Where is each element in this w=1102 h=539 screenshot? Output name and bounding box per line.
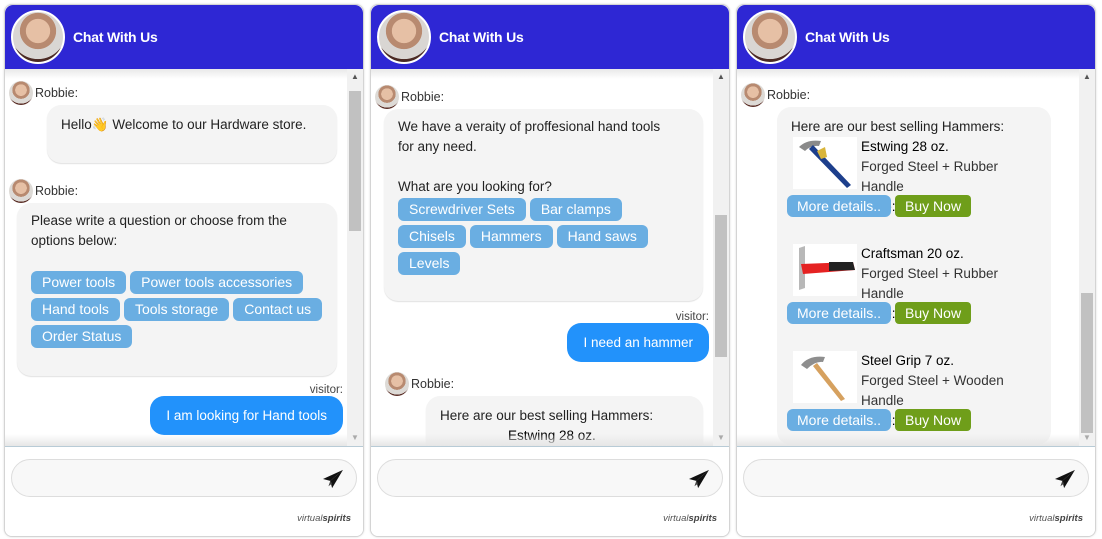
message-input[interactable]: [26, 469, 306, 489]
scroll-down-arrow[interactable]: ▼: [347, 430, 363, 446]
sender-label: Robbie:: [9, 179, 347, 203]
agent-avatar-small: [741, 83, 765, 107]
agent-avatar: [743, 10, 797, 64]
product-name-partial: Estwing 28 oz.: [508, 428, 596, 443]
agent-avatar: [11, 10, 65, 64]
option-bar-clamps[interactable]: Bar clamps: [529, 198, 622, 221]
bot-message: Here are our best selling Hammers: Estwi…: [777, 107, 1051, 445]
message-input-wrapper[interactable]: [377, 459, 723, 497]
branding: virtualspirits: [297, 513, 351, 524]
paper-plane-icon[interactable]: [322, 469, 344, 489]
chat-widget-3: Chat With Us Robbie: Here are our best s…: [736, 4, 1096, 537]
sender-label: Robbie:: [741, 83, 1079, 107]
buy-now-button[interactable]: Buy Now: [895, 302, 972, 324]
hammer-image: [793, 244, 857, 296]
message-input-wrapper[interactable]: [11, 459, 357, 497]
product-name: Steel Grip 7 oz.: [861, 353, 955, 368]
buy-now-button[interactable]: Buy Now: [895, 409, 972, 431]
chat-header: Chat With Us: [5, 5, 363, 69]
bot-message: Please write a question or choose from t…: [17, 203, 337, 376]
agent-avatar: [377, 10, 431, 64]
hammer-image: [793, 351, 857, 403]
header-title: Chat With Us: [439, 29, 524, 45]
product-description: Forged Steel + Rubber Handle: [861, 159, 998, 194]
option-hand-tools[interactable]: Hand tools: [31, 298, 120, 321]
bot-message: We have a veraity of proffesional hand t…: [384, 109, 703, 301]
quick-replies: Power tools Power tools accessories Hand…: [31, 271, 323, 348]
chat-footer: virtualspirits: [5, 446, 363, 536]
scrollbar[interactable]: ▲ ▼: [347, 69, 363, 446]
visitor-label: visitor:: [675, 311, 709, 323]
agent-avatar-small: [9, 81, 33, 105]
chat-footer: virtualspirits: [737, 446, 1095, 536]
scroll-up-arrow[interactable]: ▲: [1079, 69, 1095, 85]
product-description: Forged Steel + Rubber Handle: [861, 266, 998, 301]
product-card: Craftsman 20 oz. Forged Steel + Rubber H…: [787, 244, 1037, 351]
bot-message: Here are our best selling Hammers: Estwi…: [426, 396, 703, 446]
paper-plane-icon[interactable]: [1054, 469, 1076, 489]
scrollbar[interactable]: ▲ ▼: [713, 69, 729, 446]
scrollbar[interactable]: ▲ ▼: [1079, 69, 1095, 446]
chat-body: Robbie: We have a veraity of proffesiona…: [371, 69, 729, 446]
scrollbar-thumb[interactable]: [349, 91, 361, 231]
header-title: Chat With Us: [73, 29, 158, 45]
chat-widget-1: Chat With Us Robbie: Hello👋 Welcome to o…: [4, 4, 364, 537]
chat-header: Chat With Us: [737, 5, 1095, 69]
option-chisels[interactable]: Chisels: [398, 225, 466, 248]
chat-body: Robbie: Hello👋 Welcome to our Hardware s…: [5, 69, 363, 446]
sender-label: Robbie:: [375, 85, 713, 109]
product-card: Estwing 28 oz. Forged Steel + Rubber Han…: [787, 137, 1037, 244]
chat-header: Chat With Us: [371, 5, 729, 69]
product-card: Steel Grip 7 oz. Forged Steel + Wooden H…: [787, 351, 1037, 435]
bot-message: Hello👋 Welcome to our Hardware store.: [47, 105, 337, 163]
agent-avatar-small: [375, 85, 399, 109]
sender-label: Robbie:: [385, 372, 713, 396]
option-hand-saws[interactable]: Hand saws: [556, 225, 648, 248]
scrollbar-thumb[interactable]: [1081, 293, 1093, 433]
option-power-tools-accessories[interactable]: Power tools accessories: [130, 271, 304, 294]
sender-label: Robbie:: [9, 81, 347, 105]
option-hammers[interactable]: Hammers: [469, 225, 553, 248]
chat-body: Robbie: Here are our best selling Hammer…: [737, 69, 1095, 446]
message-input[interactable]: [392, 469, 672, 489]
visitor-message: I am looking for Hand tools: [150, 396, 343, 435]
visitor-message: I need an hammer: [567, 323, 709, 362]
product-name: Estwing 28 oz.: [861, 139, 949, 154]
branding: virtualspirits: [1029, 513, 1083, 524]
more-details-button[interactable]: More details..: [787, 302, 892, 324]
option-tools-storage[interactable]: Tools storage: [123, 298, 230, 321]
visitor-label: visitor:: [309, 384, 343, 396]
buy-now-button[interactable]: Buy Now: [895, 195, 972, 217]
agent-avatar-small: [385, 372, 409, 396]
product-description: Forged Steel + Wooden Handle: [861, 373, 1004, 408]
option-levels[interactable]: Levels: [398, 252, 461, 275]
branding: virtualspirits: [663, 513, 717, 524]
option-power-tools[interactable]: Power tools: [31, 271, 127, 294]
more-details-button[interactable]: More details..: [787, 409, 892, 431]
scroll-up-arrow[interactable]: ▲: [713, 69, 729, 85]
option-contact-us[interactable]: Contact us: [233, 298, 323, 321]
option-order-status[interactable]: Order Status: [31, 325, 133, 348]
scroll-down-arrow[interactable]: ▼: [1079, 430, 1095, 446]
chat-widget-2: Chat With Us Robbie: We have a veraity o…: [370, 4, 730, 537]
scroll-up-arrow[interactable]: ▲: [347, 69, 363, 85]
quick-replies: Screwdriver Sets Bar clamps Chisels Hamm…: [398, 198, 689, 275]
scrollbar-thumb[interactable]: [715, 215, 727, 357]
message-input[interactable]: [758, 469, 1038, 489]
chat-footer: virtualspirits: [371, 446, 729, 536]
product-name: Craftsman 20 oz.: [861, 246, 964, 261]
paper-plane-icon[interactable]: [688, 469, 710, 489]
scroll-down-arrow[interactable]: ▼: [713, 430, 729, 446]
option-screwdriver-sets[interactable]: Screwdriver Sets: [398, 198, 526, 221]
header-title: Chat With Us: [805, 29, 890, 45]
agent-avatar-small: [9, 179, 33, 203]
hammer-image: [793, 137, 857, 189]
more-details-button[interactable]: More details..: [787, 195, 892, 217]
message-input-wrapper[interactable]: [743, 459, 1089, 497]
